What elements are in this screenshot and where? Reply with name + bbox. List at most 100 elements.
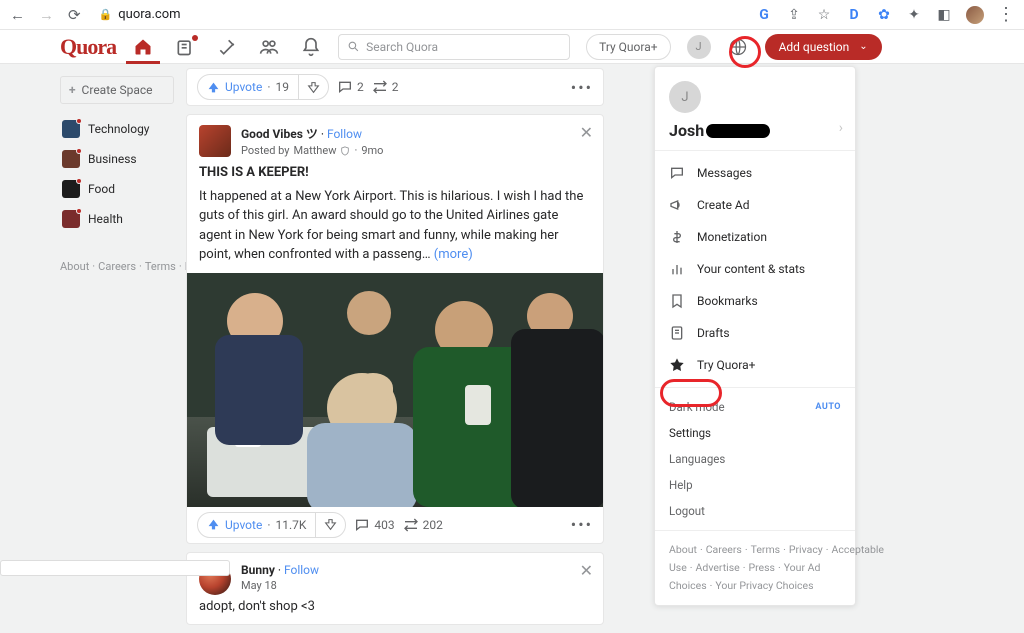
- menu-item-label: Help: [669, 478, 693, 492]
- author-link[interactable]: Matthew: [294, 144, 337, 157]
- notifications-tab[interactable]: [300, 30, 322, 64]
- nav-tabs: [132, 30, 322, 64]
- upvote-pill[interactable]: Upvote·19: [197, 74, 329, 100]
- footer-link[interactable]: About: [669, 543, 697, 556]
- more-button[interactable]: •••: [571, 78, 593, 97]
- upvote-icon: [207, 81, 220, 94]
- footer-link[interactable]: About: [60, 260, 89, 273]
- add-question-button[interactable]: Add question ⌄: [765, 34, 882, 60]
- sidebar-item-label: Business: [88, 152, 137, 166]
- menu-footer-links: About·Careers·Terms·Privacy·Acceptable U…: [655, 530, 855, 605]
- menu-item-your-content-stats[interactable]: Your content & stats: [655, 253, 855, 285]
- space-icon: [62, 210, 80, 228]
- menu-profile-link[interactable]: J Josh ›: [655, 67, 855, 151]
- star-icon[interactable]: ☆: [816, 7, 832, 23]
- back-button[interactable]: ←: [10, 6, 25, 24]
- footer-link[interactable]: Privacy: [789, 543, 823, 556]
- address-bar[interactable]: 🔒 quora.com: [99, 7, 181, 22]
- share-icon[interactable]: ⇪: [786, 7, 802, 23]
- footer-link[interactable]: Terms: [145, 260, 176, 273]
- search-placeholder: Search Quora: [366, 40, 438, 54]
- space-avatar[interactable]: [199, 125, 231, 157]
- left-sidebar: + Create Space Technology Business Food Hea…: [60, 68, 174, 633]
- menu-item-dark-mode[interactable]: Dark modeAUTO: [655, 394, 855, 420]
- reload-button[interactable]: ⟳: [68, 6, 81, 24]
- menu-item-drafts[interactable]: Drafts: [655, 317, 855, 349]
- profile-avatar-icon[interactable]: [966, 6, 984, 24]
- extension-d-icon[interactable]: D: [846, 7, 862, 23]
- extension-gear-icon[interactable]: ✿: [876, 7, 892, 23]
- space-icon: [62, 150, 80, 168]
- spaces-tab[interactable]: [258, 30, 280, 64]
- auto-badge: AUTO: [815, 402, 841, 412]
- quora-header: Quora Search Quora Try Quora+ J Add ques…: [0, 30, 1024, 64]
- comments-button[interactable]: 403: [354, 517, 394, 533]
- footer-link[interactable]: Careers: [706, 543, 742, 556]
- upvote-pill[interactable]: Upvote·11.7K: [197, 512, 346, 538]
- answer-tab[interactable]: [216, 30, 238, 64]
- browser-chrome: ← → ⟳ 🔒 quora.com G ⇪ ☆ D ✿ ✦ ◧ ⋮: [0, 0, 1024, 30]
- menu-item-messages[interactable]: Messages: [655, 157, 855, 189]
- author-name[interactable]: Bunny: [241, 563, 275, 577]
- dismiss-post-button[interactable]: ✕: [580, 123, 593, 142]
- menu-item-settings[interactable]: Settings: [655, 420, 855, 446]
- post-body-text: adopt, don't shop <3: [187, 595, 603, 624]
- dismiss-post-button[interactable]: ✕: [580, 561, 593, 580]
- shield-icon: [340, 146, 350, 156]
- space-icon: [62, 120, 80, 138]
- browser-menu-icon[interactable]: ⋮: [998, 7, 1014, 23]
- sidebar-space-item[interactable]: Technology: [60, 114, 174, 144]
- space-icon: [62, 180, 80, 198]
- more-button[interactable]: •••: [571, 515, 593, 534]
- space-name[interactable]: Good Vibes ツ: [241, 127, 318, 141]
- sidebar-space-item[interactable]: Business: [60, 144, 174, 174]
- sidebar-space-item[interactable]: Health: [60, 204, 174, 234]
- menu-item-create-ad[interactable]: Create Ad: [655, 189, 855, 221]
- more-link[interactable]: (more): [434, 247, 473, 262]
- quora-logo[interactable]: Quora: [60, 34, 116, 60]
- home-tab[interactable]: [132, 30, 154, 64]
- menu-item-logout[interactable]: Logout: [655, 498, 855, 524]
- menu-item-label: Your content & stats: [697, 262, 805, 276]
- menu-item-languages[interactable]: Languages: [655, 446, 855, 472]
- extensions-icon[interactable]: ✦: [906, 7, 922, 23]
- footer-link[interactable]: Press: [748, 561, 775, 574]
- follow-link[interactable]: Follow: [327, 127, 362, 141]
- following-tab[interactable]: [174, 30, 196, 64]
- menu-item-bookmarks[interactable]: Bookmarks: [655, 285, 855, 317]
- search-icon: [347, 40, 360, 53]
- sidebar-item-label: Food: [88, 182, 115, 196]
- menu-item-try-quora-[interactable]: Try Quora+: [655, 349, 855, 381]
- footer-link[interactable]: Your Privacy Choices: [715, 579, 813, 592]
- downvote-button[interactable]: [299, 75, 328, 99]
- shares-button[interactable]: 202: [403, 517, 443, 533]
- menu-item-help[interactable]: Help: [655, 472, 855, 498]
- menu-item-label: Logout: [669, 504, 705, 518]
- forward-button[interactable]: →: [39, 6, 54, 24]
- footer-link[interactable]: Terms: [751, 543, 781, 556]
- upvote-icon: [207, 518, 220, 531]
- comments-button[interactable]: 2: [337, 79, 364, 95]
- post-title: THIS IS A KEEPER!: [199, 163, 591, 183]
- user-avatar-button[interactable]: J: [687, 35, 711, 59]
- create-space-button[interactable]: + Create Space: [60, 76, 174, 104]
- chevron-down-icon: ⌄: [859, 41, 867, 52]
- google-icon[interactable]: G: [756, 7, 772, 23]
- extension-pin-icon[interactable]: ◧: [936, 7, 952, 23]
- feed-post: Good Vibes ツ · Follow Posted by Matthew …: [186, 114, 604, 544]
- status-bar-stub: [0, 560, 230, 576]
- downvote-button[interactable]: [316, 513, 345, 537]
- footer-link[interactable]: Careers: [98, 260, 136, 273]
- sidebar-space-item[interactable]: Food: [60, 174, 174, 204]
- menu-item-label: Bookmarks: [697, 294, 758, 308]
- footer-link[interactable]: Advertise: [696, 561, 740, 574]
- try-quora-plus-button[interactable]: Try Quora+: [586, 34, 670, 60]
- search-input[interactable]: Search Quora: [338, 34, 570, 60]
- follow-link[interactable]: Follow: [284, 563, 319, 577]
- shares-button[interactable]: 2: [372, 79, 399, 95]
- post-image[interactable]: [187, 273, 603, 507]
- menu-username: Josh: [669, 121, 704, 140]
- chevron-right-icon: ›: [839, 120, 843, 136]
- menu-item-monetization[interactable]: Monetization: [655, 221, 855, 253]
- language-button[interactable]: [727, 36, 749, 58]
